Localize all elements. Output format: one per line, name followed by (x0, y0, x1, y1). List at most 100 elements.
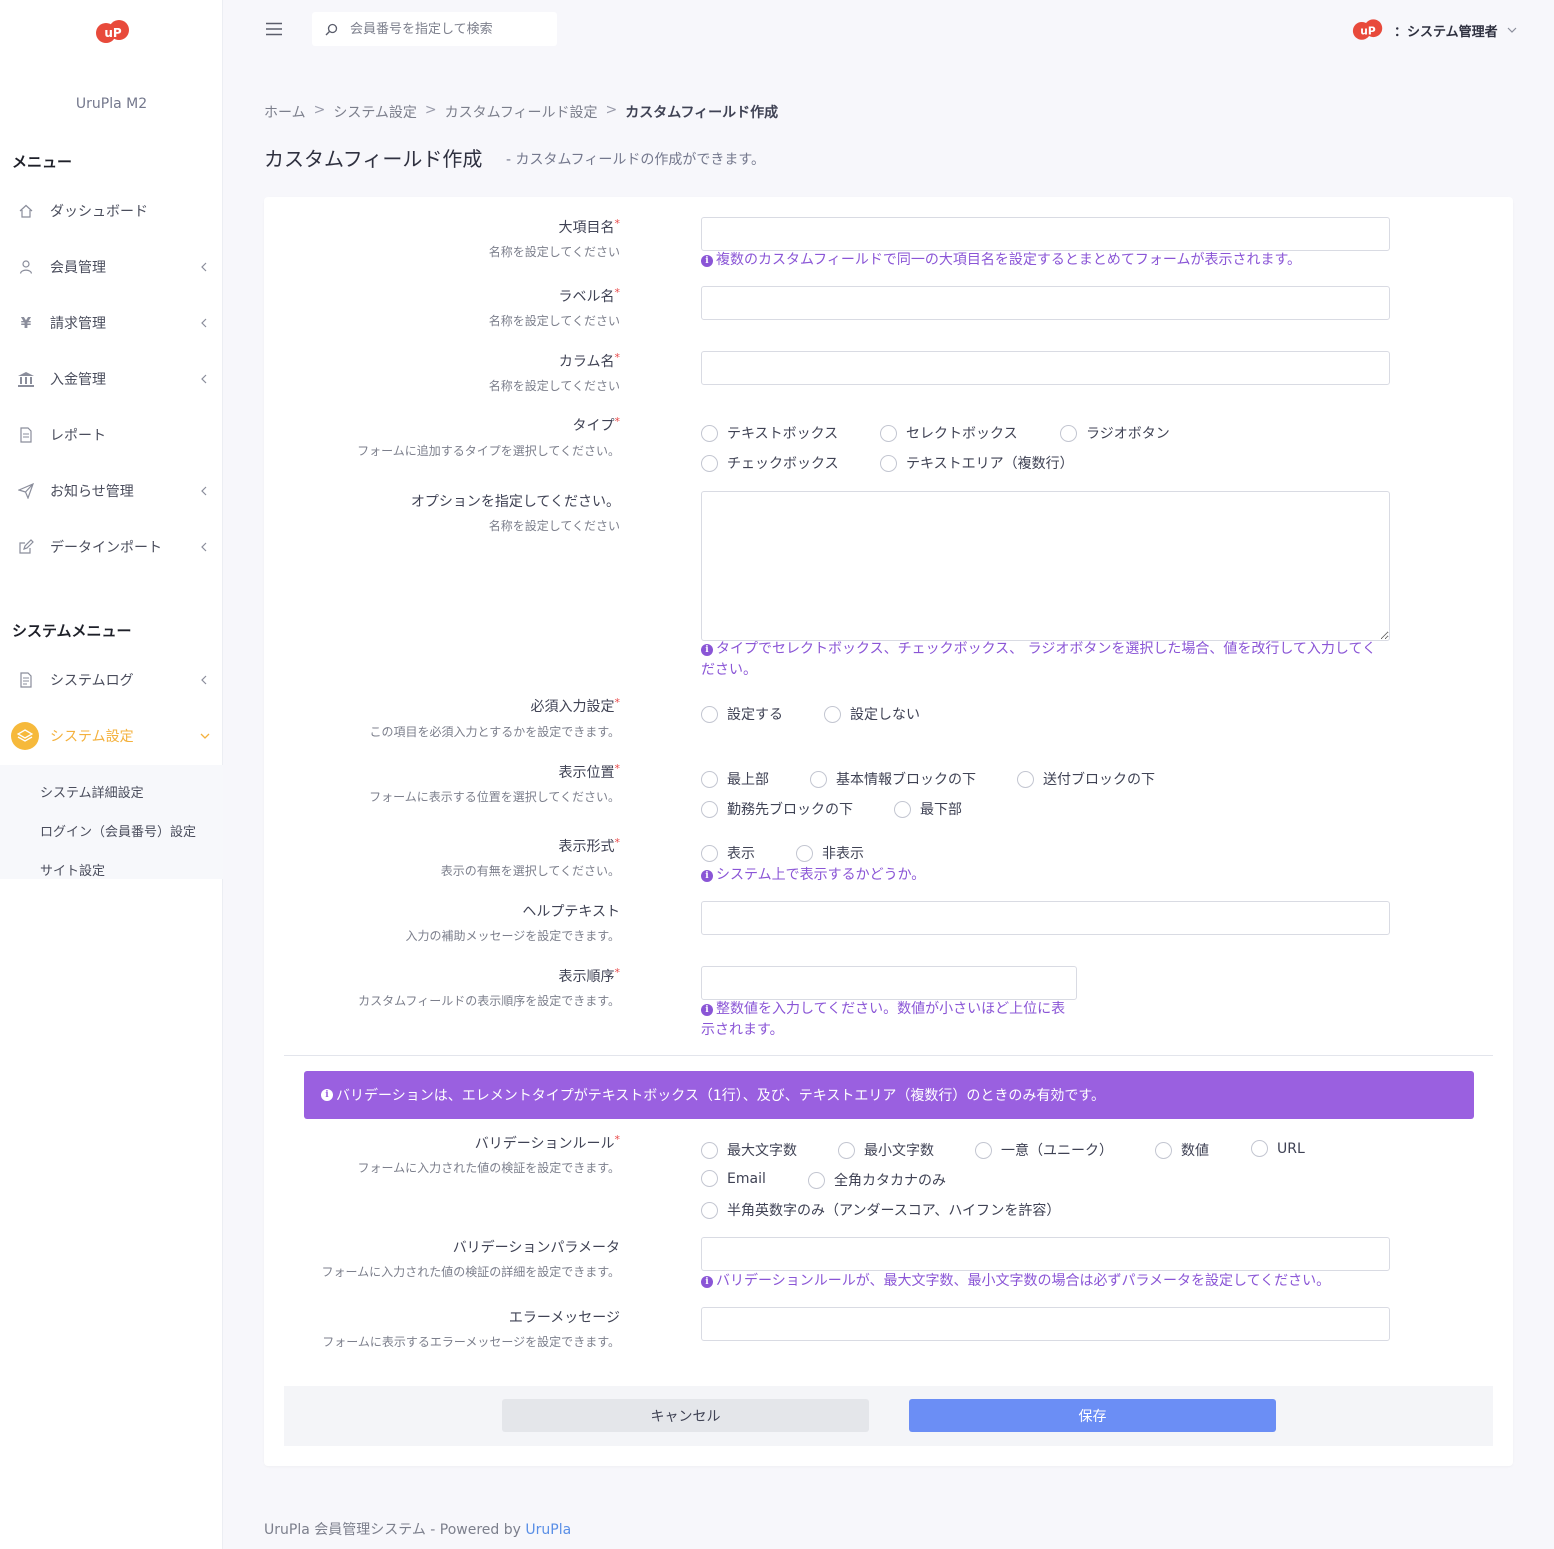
sidebar-item-billing[interactable]: ¥ 請求管理 (0, 303, 223, 343)
display-radio-hide[interactable]: 非表示 (796, 843, 864, 863)
radio-circle[interactable] (975, 1141, 992, 1159)
major-item-input[interactable] (701, 217, 1390, 251)
options-textarea[interactable] (701, 491, 1390, 641)
radio-circle[interactable] (701, 770, 718, 788)
radio-circle[interactable] (1017, 770, 1034, 788)
hamburger-menu-icon[interactable] (266, 22, 282, 36)
validation-param-label: バリデーションパラメータ (452, 1240, 620, 1256)
type-radio-checkbox[interactable]: チェックボックス (701, 453, 839, 473)
sidebar-item-dashboard[interactable]: ダッシュボード (0, 191, 223, 231)
breadcrumb-separator: > (424, 102, 437, 118)
cancel-button[interactable]: キャンセル (502, 1399, 869, 1432)
radio-circle[interactable] (701, 454, 718, 472)
radio-circle[interactable] (701, 800, 718, 818)
member-search (312, 12, 557, 46)
options-note: i タイプでセレクトボックス、チェックボックス、 ラジオボタンを選択した場合、値を… (701, 641, 1377, 678)
major-item-hint: 名称を設定してください (488, 245, 620, 259)
order-label: 表示順序* (558, 966, 621, 985)
display-radio-show[interactable]: 表示 (701, 843, 755, 863)
radio-circle[interactable] (1060, 424, 1077, 442)
chevron-down-icon (1507, 27, 1517, 33)
sidebar-item-members[interactable]: 会員管理 (0, 247, 223, 287)
footer-link[interactable]: UruPla (525, 1522, 571, 1538)
radio-circle[interactable] (701, 1141, 718, 1159)
type-radio-radiobutton[interactable]: ラジオボタン (1060, 423, 1170, 443)
radio-circle[interactable] (701, 424, 718, 442)
chevron-left-icon (201, 374, 207, 384)
validation-param-hint: フォームに入力された値の検証の詳細を設定できます。 (321, 1265, 620, 1279)
major-item-label: 大項目名* (558, 217, 621, 236)
type-radio-selectbox[interactable]: セレクトボックス (880, 423, 1018, 443)
sidebar-item-import[interactable]: データインポート (0, 527, 223, 567)
type-radio-textbox[interactable]: テキストボックス (701, 423, 838, 443)
breadcrumb-system-settings[interactable]: システム設定 (333, 102, 417, 122)
radio-circle[interactable] (880, 454, 897, 472)
radio-circle[interactable] (1155, 1141, 1172, 1159)
log-icon (16, 670, 36, 690)
breadcrumb-custom-field-settings[interactable]: カスタムフィールド設定 (445, 102, 598, 122)
radio-circle[interactable] (701, 1170, 718, 1187)
type-radio-textarea[interactable]: テキストエリア（複数行） (880, 453, 1074, 473)
validation-radio-katakana[interactable]: 全角カタカナのみ (808, 1170, 946, 1190)
validation-rule-hint: フォームに入力された値の検証を設定できます。 (357, 1161, 620, 1175)
urupla-logo-icon[interactable]: uP (95, 18, 131, 46)
validation-radio-numeric[interactable]: 数値 (1155, 1140, 1209, 1160)
order-input[interactable] (701, 966, 1077, 1000)
radio-circle[interactable] (808, 1171, 825, 1189)
sidebar-item-report[interactable]: レポート (0, 415, 223, 455)
validation-radio-email[interactable]: Email (701, 1170, 766, 1187)
position-radio-shipping[interactable]: 送付ブロックの下 (1017, 769, 1155, 789)
required-radio-no[interactable]: 設定しない (824, 704, 920, 724)
subnav-item-site-settings[interactable]: サイト設定 (40, 860, 105, 879)
save-button[interactable]: 保存 (909, 1399, 1276, 1432)
subnav-item-login-settings[interactable]: ログイン（会員番号）設定 (40, 821, 196, 840)
position-radio-workplace[interactable]: 勤務先ブロックの下 (701, 799, 853, 819)
major-item-note: i 複数のカスタムフィールドで同一の大項目名を設定するとまとめてフォームが表示され… (701, 250, 1301, 271)
radio-circle[interactable] (894, 800, 911, 818)
validation-radio-url[interactable]: URL (1251, 1140, 1305, 1157)
radio-circle[interactable] (824, 705, 841, 723)
display-hint: 表示の有無を選択してください。 (440, 864, 620, 878)
page-subtitle: - カスタムフィールドの作成ができます。 (506, 152, 765, 168)
chevron-left-icon (201, 262, 207, 272)
required-radio-yes[interactable]: 設定する (701, 704, 783, 724)
position-radio-top[interactable]: 最上部 (701, 769, 769, 789)
help-text-input[interactable] (701, 901, 1390, 935)
radio-circle[interactable] (701, 1201, 718, 1219)
bank-icon (16, 369, 36, 389)
search-icon (325, 23, 338, 36)
error-message-input[interactable] (701, 1307, 1390, 1341)
search-input[interactable] (348, 17, 548, 41)
validation-param-input[interactable] (701, 1237, 1390, 1271)
sidebar-item-system-log[interactable]: システムログ (0, 660, 223, 700)
system-menu-title: システムメニュー (12, 622, 132, 640)
radio-circle[interactable] (701, 705, 718, 723)
radio-circle[interactable] (810, 770, 827, 788)
document-icon (16, 425, 36, 445)
subnav-item-system-detail[interactable]: システム詳細設定 (40, 782, 144, 801)
display-label: 表示形式* (558, 836, 621, 855)
radio-circle[interactable] (701, 844, 718, 862)
sidebar-item-news[interactable]: お知らせ管理 (0, 471, 223, 511)
position-radio-basic-info[interactable]: 基本情報ブロックの下 (810, 769, 976, 789)
breadcrumb-home[interactable]: ホーム (264, 102, 306, 122)
sidebar-item-label: 会員管理 (50, 260, 106, 276)
system-settings-submenu: システム詳細設定 ログイン（会員番号）設定 サイト設定 (0, 765, 223, 879)
validation-radio-min-length[interactable]: 最小文字数 (838, 1140, 934, 1160)
position-radio-bottom[interactable]: 最下部 (894, 799, 962, 819)
user-menu[interactable]: uP ：システム管理者 (1352, 14, 1518, 46)
validation-radio-unique[interactable]: 一意（ユニーク） (975, 1140, 1113, 1160)
column-name-input[interactable] (701, 351, 1390, 385)
sidebar-item-payments[interactable]: 入金管理 (0, 359, 223, 399)
breadcrumb-separator: > (313, 102, 326, 118)
sidebar-item-system-settings[interactable]: システム設定 (0, 716, 223, 756)
validation-radio-alphanumeric[interactable]: 半角英数字のみ（アンダースコア、ハイフンを許容） (701, 1200, 1060, 1220)
radio-circle[interactable] (1251, 1140, 1268, 1157)
radio-circle[interactable] (880, 424, 897, 442)
chevron-left-icon (201, 675, 207, 685)
validation-radio-max-length[interactable]: 最大文字数 (701, 1140, 797, 1160)
label-name-input[interactable] (701, 286, 1390, 320)
radio-circle[interactable] (796, 844, 813, 862)
sidebar-item-label: レポート (50, 428, 106, 444)
radio-circle[interactable] (838, 1141, 855, 1159)
